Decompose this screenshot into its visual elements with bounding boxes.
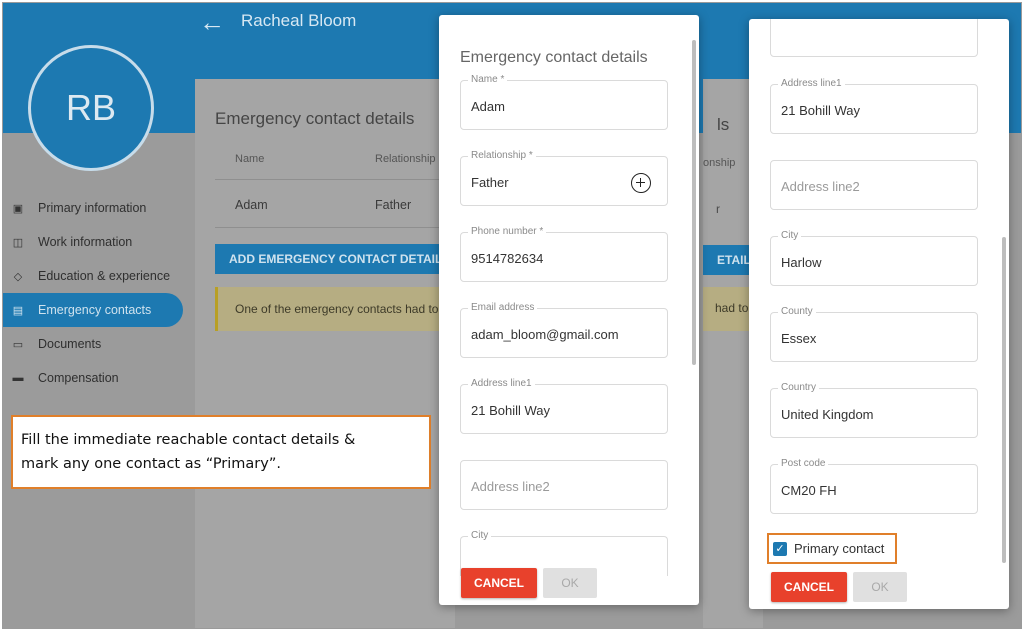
ok-button[interactable]: OK [853, 572, 907, 602]
back-arrow-icon[interactable]: ← [199, 7, 225, 37]
city-field[interactable]: City Harlow [770, 230, 978, 286]
sidebar-item-label: Emergency contacts [38, 303, 152, 317]
field-value: 21 Bohill Way [781, 103, 860, 118]
primary-contact-checkbox[interactable]: ✓ [773, 541, 787, 556]
relationship-field[interactable]: Relationship * Father [460, 150, 668, 206]
name-field[interactable]: Name * Adam [460, 74, 668, 130]
id-card-icon: ▣ [12, 202, 24, 215]
field-value: United Kingdom [781, 407, 874, 422]
sidebar-item-work-information[interactable]: ◫ Work information [3, 225, 183, 259]
sidebar-item-label: Primary information [38, 201, 147, 215]
field-label: Country [778, 382, 820, 393]
phone-number-field[interactable]: Phone number * 9514782634 [460, 226, 668, 282]
field-label: City [468, 530, 492, 541]
divider [215, 227, 455, 228]
address-line1-field[interactable]: Address line1 21 Bohill Way [770, 78, 978, 134]
column-header-relationship: Relationship [375, 153, 436, 165]
address-line2-field[interactable]: Address line2 [770, 160, 978, 210]
add-circle-icon[interactable] [631, 173, 651, 193]
screenshot-frame: ← Racheal Bloom RB ▣ Primary information… [2, 2, 1022, 629]
contact-card-icon: ▤ [12, 304, 24, 317]
column-header-fragment: onship [703, 157, 736, 169]
email-address-field[interactable]: Email address adam_bloom@gmail.com [460, 302, 668, 358]
scrollbar[interactable] [1002, 237, 1006, 563]
country-field[interactable]: Country United Kingdom [770, 382, 978, 438]
county-field[interactable]: County Essex [770, 306, 978, 362]
field-value: Adam [471, 99, 505, 114]
briefcase-icon: ◫ [12, 236, 24, 249]
field-value: adam_bloom@gmail.com [471, 327, 619, 342]
field-value: Essex [781, 331, 817, 346]
field-label: Name * [468, 74, 508, 85]
address-line2-field[interactable]: Address line2 [460, 460, 668, 510]
primary-contact-highlight: ✓ Primary contact [767, 533, 897, 564]
cancel-button[interactable]: CANCEL [771, 572, 847, 602]
field-label: Post code [778, 458, 829, 469]
field-label: County [778, 306, 816, 317]
credit-card-icon: ▬ [12, 372, 24, 384]
instruction-callout: Fill the immediate reachable contact det… [11, 415, 431, 489]
field-label: Address line1 [778, 78, 845, 89]
field-label: Relationship * [468, 150, 536, 161]
field-value: CM20 FH [781, 483, 837, 498]
field-label: Address line1 [468, 378, 535, 389]
sidebar-item-label: Documents [38, 337, 102, 351]
folder-icon: ▭ [12, 338, 24, 351]
field-placeholder: Address line2 [471, 479, 550, 494]
sidebar-item-compensation[interactable]: ▬ Compensation [3, 361, 183, 395]
divider [215, 179, 455, 180]
emergency-contact-dialog-scrolled: Address line1 21 Bohill Way Address line… [749, 19, 1009, 609]
scrollbar[interactable] [692, 40, 696, 365]
graduation-cap-icon: ◇ [13, 270, 23, 283]
field-label: Phone number * [468, 226, 547, 237]
employee-name: Racheal Bloom [241, 11, 357, 30]
field-value: 9514782634 [471, 251, 544, 266]
sidebar-item-label: Compensation [38, 371, 119, 385]
table-cell-relationship: Father [375, 198, 412, 212]
field-value: 21 Bohill Way [471, 403, 550, 418]
ok-button[interactable]: OK [543, 568, 597, 598]
callout-line: mark any one contact as “Primary”. [21, 456, 281, 472]
phone-number-field-cutoff[interactable] [770, 19, 978, 57]
sidebar-nav: ▣ Primary information ◫ Work information… [3, 191, 183, 395]
sidebar-item-label: Work information [38, 235, 133, 249]
field-label: City [778, 230, 802, 241]
sidebar-item-emergency-contacts[interactable]: ▤ Emergency contacts [3, 293, 183, 327]
field-value: Harlow [781, 255, 822, 270]
add-emergency-contact-button[interactable]: ADD EMERGENCY CONTACT DETAILS [215, 244, 455, 274]
sidebar-item-education-experience[interactable]: ◇ Education & experience [3, 259, 183, 293]
cancel-button[interactable]: CANCEL [461, 568, 537, 598]
column-header-name: Name [235, 153, 265, 165]
table-cell-fragment: r [716, 202, 720, 216]
field-value: Father [471, 175, 509, 190]
card-title-fragment: ls [717, 115, 730, 134]
callout-line: Fill the immediate reachable contact det… [21, 432, 356, 448]
avatar: RB [28, 45, 154, 171]
emergency-contact-dialog-top: Emergency contact details Name * Adam Re… [439, 15, 699, 605]
field-placeholder: Address line2 [781, 179, 860, 194]
sidebar-item-documents[interactable]: ▭ Documents [3, 327, 183, 361]
primary-contact-label: Primary contact [794, 541, 885, 556]
sidebar-item-label: Education & experience [38, 269, 171, 283]
warning-banner: One of the emergency contacts had to [215, 287, 455, 331]
field-label: Email address [468, 302, 538, 313]
card-title: Emergency contact details [215, 109, 415, 128]
sidebar-item-primary-information[interactable]: ▣ Primary information [3, 191, 183, 225]
dialog-title: Emergency contact details [460, 49, 648, 66]
table-cell-name: Adam [235, 198, 268, 212]
post-code-field[interactable]: Post code CM20 FH [770, 458, 978, 514]
address-line1-field[interactable]: Address line1 21 Bohill Way [460, 378, 668, 434]
